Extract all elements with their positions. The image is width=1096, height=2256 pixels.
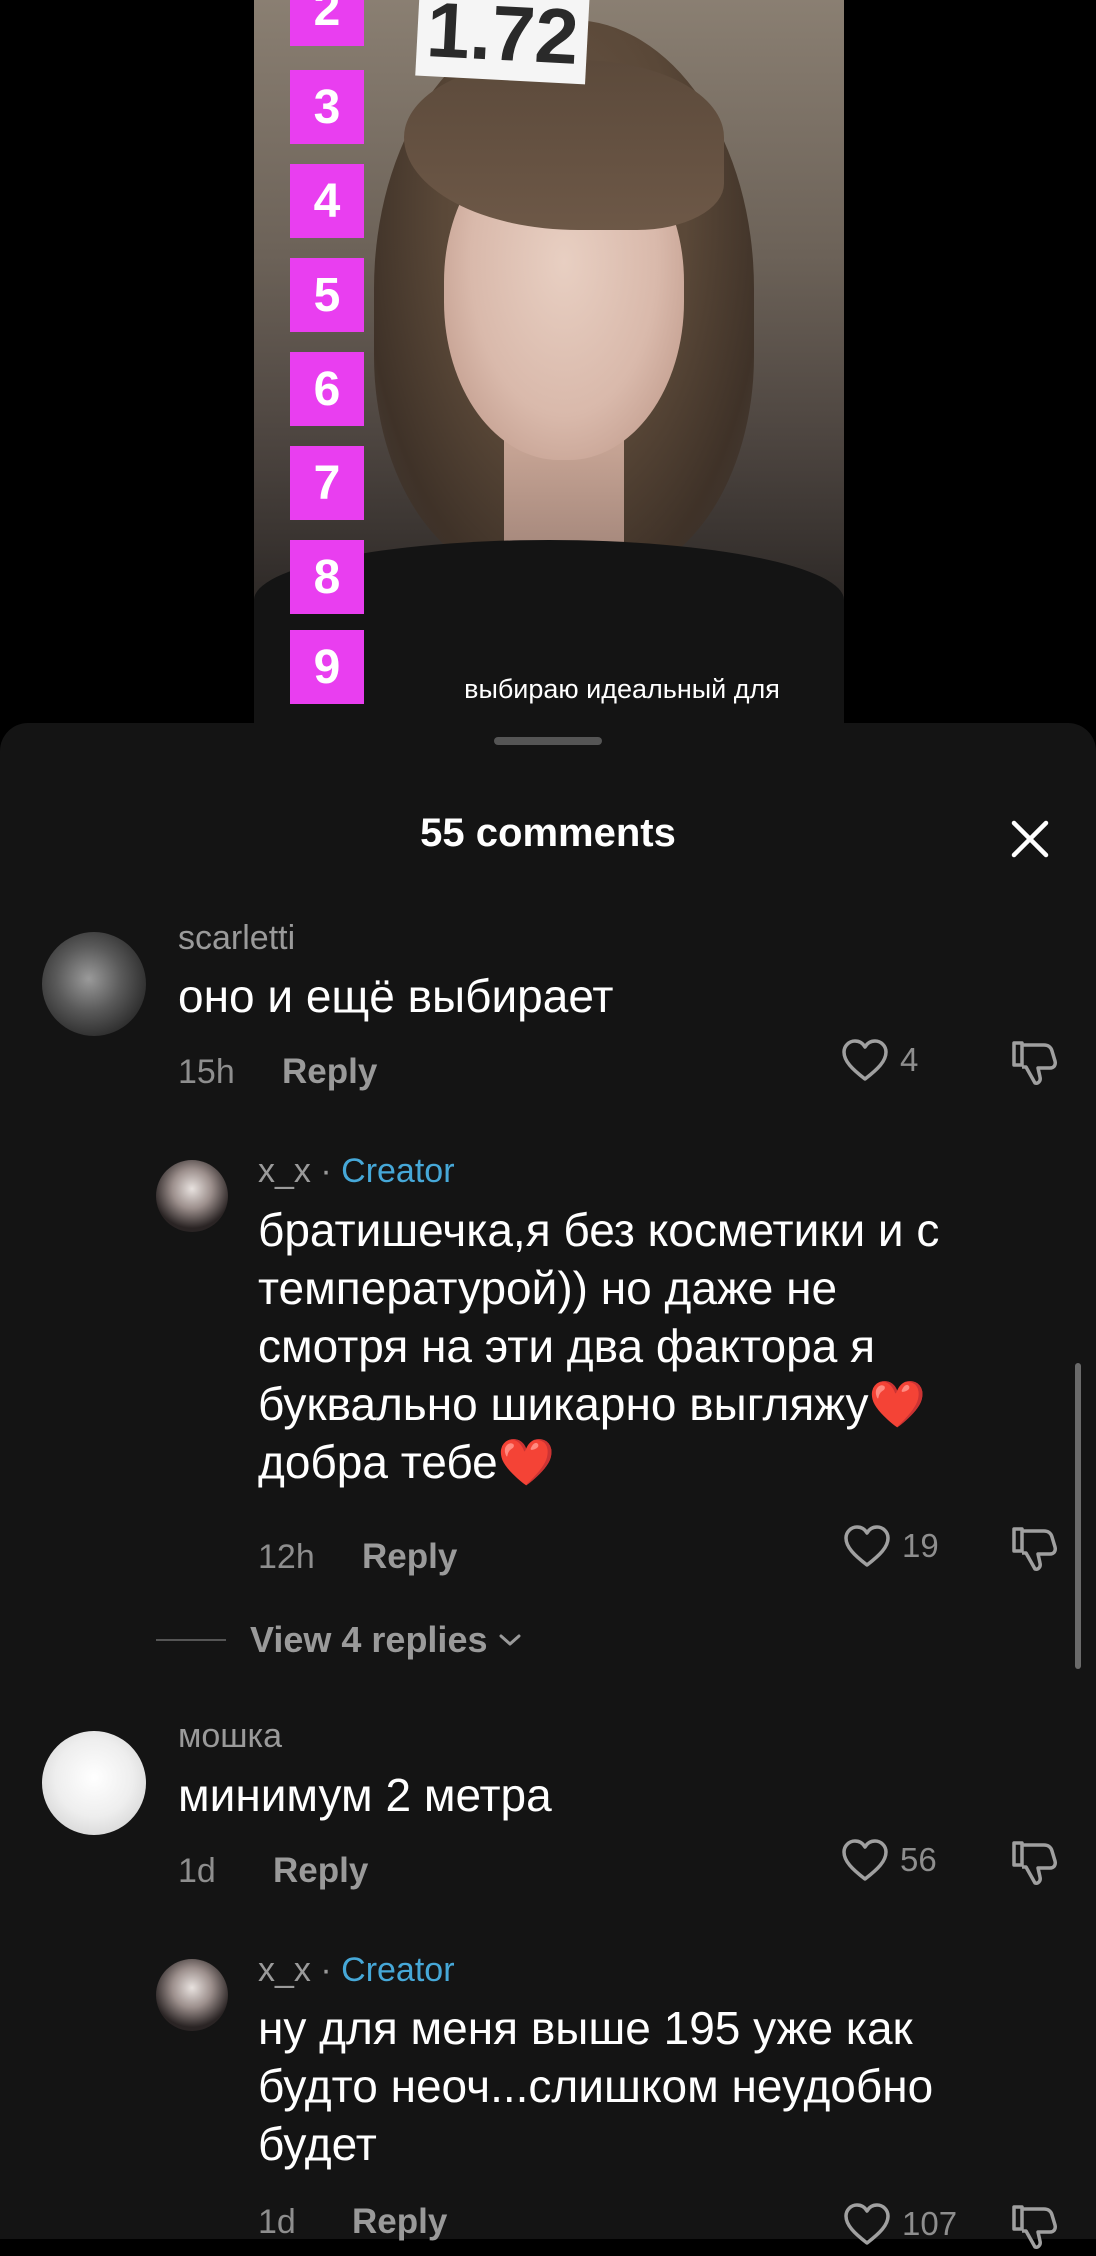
dislike-icon[interactable] — [1008, 2201, 1058, 2251]
number-box: 6 — [290, 352, 364, 426]
height-label: 1.72 — [424, 0, 581, 81]
like-count: 19 — [902, 1527, 939, 1564]
username-text[interactable]: x_x — [258, 1951, 311, 1989]
reply-button[interactable]: Reply — [273, 1851, 368, 1891]
number-box: 2 — [290, 0, 364, 46]
heart-icon — [842, 1039, 888, 1081]
comment-text-line: смотря на эти два фактора я — [258, 1320, 875, 1372]
divider-line — [156, 1639, 226, 1641]
creator-separator: · — [310, 1152, 342, 1190]
like-button[interactable]: 107 — [842, 2201, 957, 2247]
scrollbar[interactable] — [1075, 1363, 1081, 1669]
like-button[interactable]: 4 — [840, 1037, 918, 1083]
creator-badge: Creator — [341, 1152, 455, 1190]
video-player[interactable]: 1.72 2 3 4 5 6 7 8 9 выбираю идеальный д… — [254, 0, 844, 730]
video-caption-line: выбираю идеальный для — [464, 674, 780, 704]
comment-username[interactable]: scarletti — [178, 919, 295, 958]
heart-icon — [844, 1525, 890, 1567]
heart-icon — [842, 1839, 888, 1881]
number-box: 9 — [290, 630, 364, 704]
reply-button[interactable]: Reply — [362, 1537, 457, 1577]
comment-text: оно и ещё выбирает — [178, 970, 614, 1022]
comment-text-line: буквально шикарно выгляжу❤️ — [258, 1378, 926, 1430]
heart-icon — [844, 2203, 890, 2245]
video-caption: выбираю идеальный для меня рост парня — [432, 668, 812, 730]
avatar[interactable] — [156, 1959, 228, 2031]
number-box: 3 — [290, 70, 364, 144]
comment-text: ну для меня выше 195 уже как будто неоч.… — [258, 1999, 933, 2173]
comment-time: 12h — [258, 1538, 315, 1576]
comments-sheet: 55 comments scarletti оно и ещё выбирает… — [0, 723, 1096, 2249]
comment-text: братишечка,я без косметики и с температу… — [258, 1201, 939, 1491]
comment-time: 1d — [258, 2203, 296, 2241]
comment-text-line: добра тебе❤️ — [258, 1436, 556, 1488]
number-box: 7 — [290, 446, 364, 520]
avatar[interactable] — [156, 1160, 228, 1232]
dislike-icon[interactable] — [1008, 1523, 1058, 1573]
close-icon[interactable] — [1006, 815, 1054, 863]
comment-username[interactable]: x_x · Creator — [258, 1951, 455, 1990]
view-replies-label: View 4 replies — [250, 1619, 488, 1660]
number-box: 4 — [290, 164, 364, 238]
reply-button[interactable]: Reply — [352, 2202, 447, 2242]
creator-badge: Creator — [341, 1951, 455, 1989]
reply-button[interactable]: Reply — [282, 1052, 377, 1092]
comment-text-line: братишечка,я без косметики и с — [258, 1204, 940, 1256]
comment-text: минимум 2 метра — [178, 1769, 552, 1821]
chevron-down-icon — [499, 1634, 521, 1646]
creator-separator: · — [310, 1951, 342, 1989]
like-count: 107 — [902, 2205, 958, 2242]
dislike-icon[interactable] — [1008, 1037, 1058, 1087]
comment-text-line: температурой)) но даже не — [258, 1262, 838, 1314]
comment-text-line: будто неоч...слишком неудобно — [258, 2060, 934, 2112]
username-text[interactable]: x_x — [258, 1152, 311, 1190]
like-button[interactable]: 19 — [842, 1523, 939, 1569]
comments-title: 55 comments — [420, 811, 676, 855]
comment-time: 15h — [178, 1053, 235, 1091]
comment-username[interactable]: мошка — [178, 1717, 282, 1756]
like-count: 56 — [900, 1841, 937, 1878]
avatar[interactable] — [42, 932, 146, 1036]
like-button[interactable]: 56 — [840, 1837, 937, 1883]
dislike-icon[interactable] — [1008, 1837, 1058, 1887]
like-count: 4 — [900, 1041, 919, 1078]
comment-text-line: ну для меня выше 195 уже как — [258, 2002, 913, 2054]
comment-time: 1d — [178, 1852, 216, 1890]
number-box: 8 — [290, 540, 364, 614]
comment-username[interactable]: x_x · Creator — [258, 1152, 455, 1191]
avatar[interactable] — [42, 1731, 146, 1835]
comment-text-line: будет — [258, 2118, 377, 2170]
drag-handle[interactable] — [494, 737, 602, 745]
number-box: 5 — [290, 258, 364, 332]
view-replies-button[interactable]: View 4 replies — [156, 1619, 523, 1661]
height-card: 1.72 — [415, 0, 591, 85]
